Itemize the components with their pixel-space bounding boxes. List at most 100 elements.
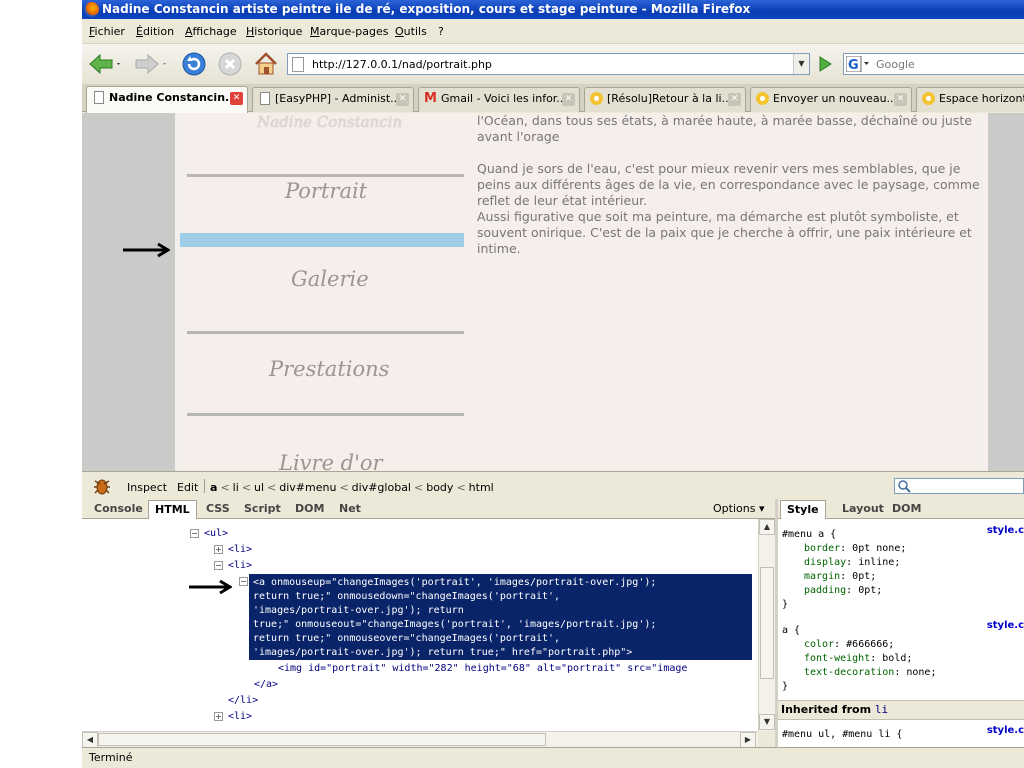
css-property[interactable]: margin: 0pt; xyxy=(804,570,876,584)
stop-icon xyxy=(218,52,242,76)
tab-nadine[interactable]: Nadine Constancin... ✕ xyxy=(86,86,248,113)
firebug-icon[interactable] xyxy=(92,477,112,495)
inspect-button[interactable]: Inspect xyxy=(127,481,167,494)
css-property[interactable]: color: #666666; xyxy=(804,638,894,652)
tab-css[interactable]: CSS xyxy=(200,500,236,519)
inherited-label: Inherited from xyxy=(781,703,872,716)
close-tab-icon[interactable]: ✕ xyxy=(894,93,907,106)
tab-net[interactable]: Net xyxy=(333,500,367,519)
breadcrumb-ul[interactable]: ul xyxy=(254,481,264,494)
breadcrumb-body[interactable]: body xyxy=(426,481,453,494)
tab-label: [EasyPHP] - Administ... xyxy=(275,92,401,105)
expand-toggle-icon[interactable]: + xyxy=(214,712,223,721)
collapse-toggle-icon[interactable]: − xyxy=(214,561,223,570)
tab-style[interactable]: Style xyxy=(780,500,826,519)
window-title: Nadine Constancin artiste peintre ile de… xyxy=(102,2,751,16)
menu-historique[interactable]: Historique xyxy=(246,25,302,38)
tab-console[interactable]: Console xyxy=(88,500,149,519)
tab-envoyer[interactable]: Envoyer un nouveau... ✕ xyxy=(750,87,912,112)
css-property[interactable]: padding: 0pt; xyxy=(804,584,882,598)
scroll-right-icon[interactable]: ▶ xyxy=(740,732,756,748)
scroll-up-icon[interactable]: ▲ xyxy=(759,519,775,535)
search-engine-selector[interactable]: G xyxy=(846,56,870,72)
url-text: http://127.0.0.1/nad/portrait.php xyxy=(312,58,492,71)
tree-node-li[interactable]: <li> xyxy=(228,559,252,573)
close-tab-icon[interactable]: ✕ xyxy=(728,93,741,106)
menu-edition[interactable]: Édition xyxy=(136,25,174,38)
css-property[interactable]: text-decoration: none; xyxy=(804,666,936,680)
tab-script[interactable]: Script xyxy=(238,500,287,519)
tree-node-li[interactable]: <li> xyxy=(228,710,252,724)
rule-source-link[interactable]: style.c xyxy=(987,725,1024,736)
firebug-search-input[interactable] xyxy=(894,478,1024,494)
go-button[interactable] xyxy=(814,53,836,75)
rule-source-link[interactable]: style.c xyxy=(987,525,1024,536)
menu-help[interactable]: ? xyxy=(438,25,444,38)
expand-toggle-icon[interactable]: + xyxy=(214,545,223,554)
menu-fichier[interactable]: Fichier xyxy=(89,25,125,38)
options-menu-button[interactable]: Options ▾ xyxy=(713,502,764,515)
tree-node-img[interactable]: <img id="portrait" width="282" height="6… xyxy=(278,662,687,676)
page-icon xyxy=(94,91,104,104)
css-property[interactable]: display: inline; xyxy=(804,556,900,570)
menu-livre-dor-link[interactable]: Livre d'or xyxy=(279,451,383,471)
tab-dom[interactable]: DOM xyxy=(289,500,330,519)
menu-outils[interactable]: Outils xyxy=(395,25,427,38)
menu-portrait-link[interactable]: Portrait xyxy=(285,179,367,203)
home-button[interactable] xyxy=(252,50,280,78)
go-arrow-icon xyxy=(819,56,832,72)
url-dropdown-icon[interactable]: ▼ xyxy=(793,54,809,74)
css-selector: a { xyxy=(782,625,801,636)
tab-easyphp[interactable]: [EasyPHP] - Administ... ✕ xyxy=(252,87,414,112)
tab-espace[interactable]: Espace horizont xyxy=(916,87,1024,112)
svg-text:G: G xyxy=(848,58,859,72)
breadcrumb-li[interactable]: li xyxy=(233,481,239,494)
edit-button[interactable]: Edit xyxy=(177,481,198,494)
scroll-down-icon[interactable]: ▼ xyxy=(759,714,775,730)
menu-prestations-link[interactable]: Prestations xyxy=(269,357,389,381)
inherited-header: Inherited from li xyxy=(778,700,1024,720)
collapse-toggle-icon[interactable]: − xyxy=(239,577,248,586)
menu-divider xyxy=(187,331,464,334)
tree-node-a-selected[interactable]: <a onmouseup="changeImages('portrait', '… xyxy=(249,574,752,660)
rule-source-link[interactable]: style.c xyxy=(987,620,1024,631)
search-bar[interactable]: G Google xyxy=(843,53,1024,75)
tree-node-ul[interactable]: <ul> xyxy=(204,527,228,541)
stop-button[interactable] xyxy=(216,50,244,78)
reload-button[interactable] xyxy=(180,50,208,78)
firefox-icon xyxy=(84,2,99,17)
forward-button[interactable] xyxy=(132,50,168,78)
vertical-scrollbar[interactable]: ▲ ▼ xyxy=(758,519,775,731)
tree-node-li[interactable]: <li> xyxy=(228,543,252,557)
url-bar[interactable]: http://127.0.0.1/nad/portrait.php ▼ xyxy=(287,53,810,75)
tab-resolu[interactable]: [Résolu]Retour à la li... ✕ xyxy=(584,87,746,112)
page-body: Nadine Constancin Portrait Galerie Prest… xyxy=(175,113,988,471)
horizontal-scrollbar[interactable]: ◀ ▶ xyxy=(82,731,758,748)
style-panel: style.c #menu a { border: 0pt none; disp… xyxy=(778,519,1024,747)
scroll-left-icon[interactable]: ◀ xyxy=(82,732,98,748)
page-icon xyxy=(260,92,270,105)
scroll-thumb[interactable] xyxy=(98,733,546,746)
tab-side-dom[interactable]: DOM xyxy=(886,500,927,519)
tab-html[interactable]: HTML xyxy=(148,500,197,519)
breadcrumb-div-global[interactable]: div#global xyxy=(352,481,411,494)
menu-marque-pages[interactable]: Marque-pages xyxy=(310,25,388,38)
breadcrumb-a[interactable]: a xyxy=(210,481,217,494)
close-tab-icon[interactable]: ✕ xyxy=(396,93,409,106)
menu-affichage[interactable]: Affichage xyxy=(185,25,237,38)
tab-gmail[interactable]: M Gmail - Voici les infor... ✕ xyxy=(418,87,580,112)
breadcrumb-div-menu[interactable]: div#menu xyxy=(279,481,336,494)
css-property[interactable]: border: 0pt none; xyxy=(804,542,906,556)
collapse-toggle-icon[interactable]: − xyxy=(190,529,199,538)
css-rule-close: } xyxy=(782,599,789,610)
inherited-tag[interactable]: li xyxy=(875,703,888,716)
back-button[interactable] xyxy=(86,50,122,78)
css-property[interactable]: font-weight: bold; xyxy=(804,652,912,666)
close-tab-icon[interactable]: ✕ xyxy=(562,93,575,106)
menu-galerie-link[interactable]: Galerie xyxy=(291,267,369,291)
css-selector: #menu a { xyxy=(782,529,837,540)
scroll-thumb[interactable] xyxy=(760,567,774,679)
close-tab-icon[interactable]: ✕ xyxy=(230,92,243,105)
breadcrumb-html[interactable]: html xyxy=(469,481,494,494)
tab-layout[interactable]: Layout xyxy=(836,500,890,519)
